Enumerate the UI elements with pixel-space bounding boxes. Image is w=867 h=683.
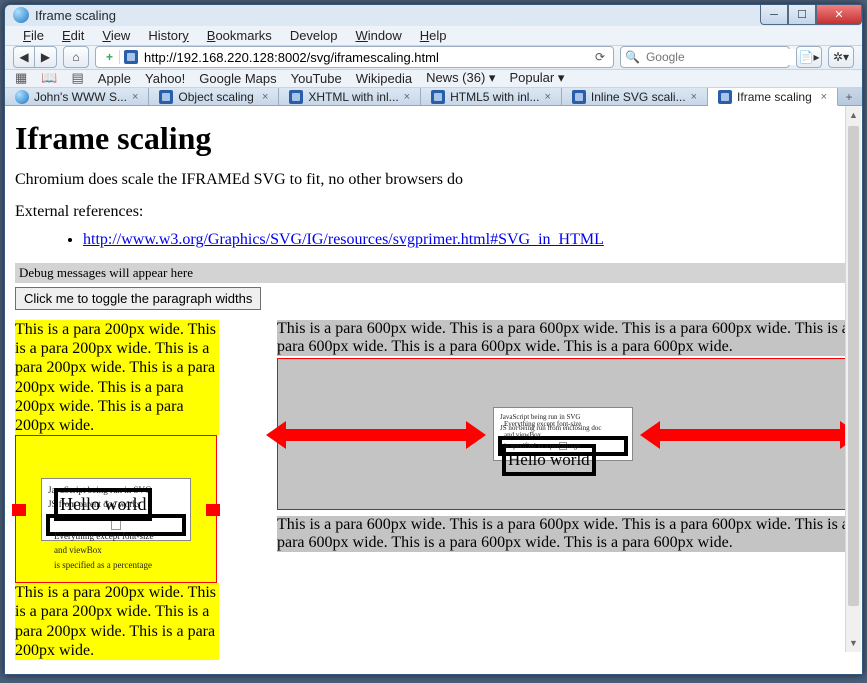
menu-develop[interactable]: Develop bbox=[282, 26, 346, 45]
bookmark-wikipedia[interactable]: Wikipedia bbox=[356, 71, 412, 86]
close-button[interactable]: ✕ bbox=[816, 5, 862, 25]
sidebar-icon[interactable]: ▦ bbox=[15, 70, 27, 86]
para-200-top: This is a para 200px wide. This is a par… bbox=[15, 320, 219, 435]
tab-iframe-scaling[interactable]: Iframe scaling× bbox=[708, 88, 838, 106]
menu-edit[interactable]: Edit bbox=[54, 26, 92, 45]
scroll-up-icon[interactable]: ▲ bbox=[846, 106, 861, 123]
tab-object-scaling[interactable]: Object scaling× bbox=[149, 88, 279, 105]
menubar: File Edit View History Bookmarks Develop… bbox=[5, 26, 862, 46]
bookmarks-bar: ▦ 📖 ▤ Apple Yahoo! Google Maps YouTube W… bbox=[5, 70, 862, 88]
new-page-button[interactable]: 📄▸ bbox=[796, 46, 822, 68]
maximize-button[interactable]: ☐ bbox=[788, 5, 816, 25]
site-favicon bbox=[124, 50, 138, 64]
page-heading: Iframe scaling bbox=[15, 120, 852, 157]
para-600-bottom: This is a para 600px wide. This is a par… bbox=[277, 516, 851, 552]
menu-bookmarks[interactable]: Bookmarks bbox=[199, 26, 280, 45]
scroll-down-icon[interactable]: ▼ bbox=[846, 635, 861, 652]
menu-window[interactable]: Window bbox=[348, 26, 410, 45]
menu-view[interactable]: View bbox=[94, 26, 138, 45]
tab-inline-svg[interactable]: Inline SVG scali...× bbox=[562, 88, 708, 105]
window-title: Iframe scaling bbox=[35, 8, 760, 23]
minimize-button[interactable]: ─ bbox=[760, 5, 788, 25]
close-icon[interactable]: × bbox=[821, 91, 827, 103]
search-icon: 🔍 bbox=[625, 50, 640, 64]
debug-bar: Debug messages will appear here bbox=[15, 263, 852, 283]
close-icon[interactable]: × bbox=[544, 91, 550, 103]
url-bar[interactable]: + ⟳ bbox=[95, 46, 614, 68]
close-icon[interactable]: × bbox=[262, 91, 268, 103]
menu-history[interactable]: History bbox=[140, 26, 196, 45]
bookmark-yahoo[interactable]: Yahoo! bbox=[145, 71, 185, 86]
page-content: Iframe scaling Chromium does scale the I… bbox=[5, 106, 862, 674]
search-input[interactable] bbox=[644, 49, 803, 65]
toolbar: ◀ ▶ ⌂ + ⟳ 🔍 📄▸ ✲▾ bbox=[5, 46, 862, 70]
para-200-bottom: This is a para 200px wide. This is a par… bbox=[15, 583, 219, 660]
home-button[interactable]: ⌂ bbox=[63, 46, 89, 68]
toggle-widths-button[interactable]: Click me to toggle the paragraph widths bbox=[15, 287, 261, 310]
bookmark-news[interactable]: News (36) ▾ bbox=[426, 70, 495, 86]
forward-button[interactable]: ▶ bbox=[35, 46, 57, 68]
menu-file[interactable]: File bbox=[15, 26, 52, 45]
tab-johns-www[interactable]: John's WWW S...× bbox=[5, 88, 149, 105]
close-icon[interactable]: × bbox=[691, 91, 697, 103]
scrollbar[interactable]: ▲ ▼ bbox=[845, 106, 861, 652]
new-tab-button[interactable]: + bbox=[838, 88, 860, 105]
app-icon bbox=[13, 7, 29, 23]
add-bookmark-icon[interactable]: + bbox=[100, 50, 120, 64]
bookmark-youtube[interactable]: YouTube bbox=[291, 71, 342, 86]
reader-icon[interactable]: 📖 bbox=[41, 70, 57, 86]
ext-ref-label: External references: bbox=[15, 203, 852, 221]
external-link[interactable]: http://www.w3.org/Graphics/SVG/IG/resour… bbox=[83, 231, 604, 248]
grid-icon[interactable]: ▤ bbox=[71, 70, 83, 86]
bookmark-apple[interactable]: Apple bbox=[98, 71, 131, 86]
settings-button[interactable]: ✲▾ bbox=[828, 46, 854, 68]
tab-strip: John's WWW S...× Object scaling× XHTML w… bbox=[5, 88, 862, 106]
tab-html5[interactable]: HTML5 with inl...× bbox=[421, 88, 562, 105]
iframe-600: JavaScript being run in SVG JS not being… bbox=[277, 358, 849, 510]
menu-help[interactable]: Help bbox=[412, 26, 455, 45]
iframe-200: JavaScript being run in SVG JS from pare… bbox=[15, 435, 217, 583]
url-input[interactable] bbox=[142, 49, 587, 66]
para-600-top: This is a para 600px wide. This is a par… bbox=[277, 320, 851, 356]
search-bar[interactable]: 🔍 bbox=[620, 46, 790, 68]
close-icon[interactable]: × bbox=[132, 91, 138, 103]
titlebar: Iframe scaling ─ ☐ ✕ bbox=[5, 5, 862, 26]
svg-hello: Hello world bbox=[54, 488, 152, 521]
bookmark-gmaps[interactable]: Google Maps bbox=[199, 71, 276, 86]
intro-text: Chromium does scale the IFRAMEd SVG to f… bbox=[15, 171, 852, 189]
reload-icon[interactable]: ⟳ bbox=[591, 50, 609, 64]
back-button[interactable]: ◀ bbox=[13, 46, 35, 68]
scroll-thumb[interactable] bbox=[848, 126, 859, 606]
close-icon[interactable]: × bbox=[404, 91, 410, 103]
bookmark-popular[interactable]: Popular ▾ bbox=[509, 70, 564, 86]
tab-xhtml[interactable]: XHTML with inl...× bbox=[279, 88, 421, 105]
